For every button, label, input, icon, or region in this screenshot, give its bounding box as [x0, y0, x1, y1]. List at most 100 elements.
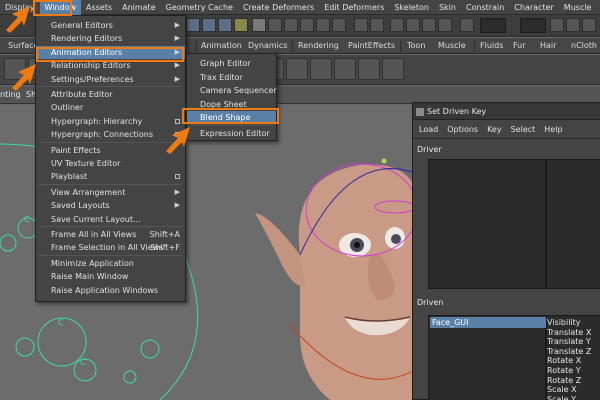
shelf-tab-dynamics[interactable]: Dynamics	[248, 38, 287, 54]
driven-attribute-item[interactable]: Rotate Z	[547, 376, 581, 386]
menu-separator	[39, 141, 182, 143]
window-menu-item-saved-layouts[interactable]: Saved Layouts ▶	[36, 199, 185, 212]
submenu-item-expression-editor[interactable]: Expression Editor	[187, 127, 276, 140]
menu-window[interactable]: Window	[39, 0, 82, 15]
question-icon[interactable]	[252, 18, 266, 32]
submenu-item-graph-editor[interactable]: Graph Editor	[187, 57, 276, 70]
window-menu: General Editors ▶ Rendering Editors ▶ Animat…	[35, 15, 186, 302]
shelf-tool-icon[interactable]	[286, 58, 308, 80]
driven-attribute-item[interactable]: Rotate X	[547, 356, 581, 366]
menu-geometry-cache[interactable]: Geometry Cache	[161, 0, 238, 15]
input-field[interactable]	[480, 18, 506, 33]
window-menu-item-animation-editors[interactable]: Animation Editors ▶	[36, 45, 185, 59]
tool-settings-icon[interactable]	[582, 18, 596, 32]
menu-item-label: UV Texture Editor	[51, 159, 121, 168]
sdk-menu-help[interactable]: Help	[544, 125, 562, 134]
render-icon[interactable]	[390, 18, 404, 32]
driver-object-list[interactable]	[428, 159, 546, 289]
shelf-tab-hair[interactable]: Hair	[540, 38, 556, 54]
sdk-menu-options[interactable]: Options	[447, 125, 478, 134]
select-component-icon[interactable]	[218, 18, 232, 32]
sdk-menu-select[interactable]: Select	[511, 125, 536, 134]
window-menu-item-attribute-editor[interactable]: Attribute Editor	[36, 88, 185, 101]
channel-box-icon[interactable]	[460, 18, 474, 32]
driven-attribute-item[interactable]: Translate Y	[547, 337, 591, 347]
attribute-editor-icon[interactable]	[566, 18, 580, 32]
driven-object-item[interactable]: Face_GUI	[430, 317, 546, 328]
select-hierarchy-icon[interactable]	[186, 18, 200, 32]
submenu-item-blend-shape[interactable]: Blend Shape	[187, 111, 276, 125]
window-menu-item-rendering-editors[interactable]: Rendering Editors ▶	[36, 32, 185, 45]
shelf-tab-fluids[interactable]: Fluids	[480, 38, 503, 54]
shelf-tab-rendering[interactable]: Rendering	[298, 38, 339, 54]
history-icon[interactable]	[354, 18, 368, 32]
sdk-menu-load[interactable]: Load	[419, 125, 438, 134]
snap-plane-icon[interactable]	[316, 18, 330, 32]
submenu-item-trax-editor[interactable]: Trax Editor	[187, 71, 276, 84]
shelf-tab-ncloth[interactable]: nCloth	[571, 38, 597, 54]
menu-animate[interactable]: Animate	[117, 0, 161, 15]
window-menu-item-raise-main-window[interactable]: Raise Main Window	[36, 270, 185, 283]
option-box-icon[interactable]	[175, 174, 180, 180]
shelf-tool-icon[interactable]	[334, 58, 356, 80]
driven-attribute-item[interactable]: Rotate Y	[547, 366, 581, 376]
shelf-tab-animation[interactable]: Animation	[201, 38, 242, 54]
shelf-tool-icon[interactable]	[358, 58, 380, 80]
menu-create-deformers[interactable]: Create Deformers	[238, 0, 319, 15]
select-object-icon[interactable]	[202, 18, 216, 32]
driver-attribute-list[interactable]	[546, 159, 600, 289]
shelf-tool-icon[interactable]	[310, 58, 332, 80]
window-menu-item-general-editors[interactable]: General Editors ▶	[36, 19, 185, 32]
window-menu-item-save-current-layout[interactable]: Save Current Layout...	[36, 213, 185, 226]
snap-point-icon[interactable]	[300, 18, 314, 32]
submenu-item-dope-sheet[interactable]: Dope Sheet	[187, 98, 276, 111]
window-menu-item-playblast[interactable]: Playblast	[36, 170, 185, 183]
live-surface-icon[interactable]	[332, 18, 346, 32]
window-menu-item-relationship-editors[interactable]: Relationship Editors ▶	[36, 59, 185, 72]
window-menu-item-uv-texture-editor[interactable]: UV Texture Editor	[36, 157, 185, 170]
option-box-icon[interactable]	[175, 118, 180, 124]
menu-help[interactable]: Help	[596, 0, 600, 15]
driven-attribute-item[interactable]: Scale X	[547, 385, 577, 395]
menu-edit-deformers[interactable]: Edit Deformers	[319, 0, 389, 15]
window-menu-item-minimize-application[interactable]: Minimize Application	[36, 257, 185, 270]
shelf-tool-icon[interactable]	[382, 58, 404, 80]
window-menu-item-raise-application-windows[interactable]: Raise Application Windows	[36, 284, 185, 297]
window-menu-item-frame-all-in-all-views[interactable]: Frame All in All Views Shift+A	[36, 228, 185, 241]
snap-curve-icon[interactable]	[284, 18, 298, 32]
menu-constrain[interactable]: Constrain	[461, 0, 509, 15]
snap-grid-icon[interactable]	[268, 18, 282, 32]
window-menu-item-view-arrangement[interactable]: View Arrangement ▶	[36, 186, 185, 199]
render-settings-icon[interactable]	[422, 18, 436, 32]
menu-character[interactable]: Character	[509, 0, 559, 15]
window-menu-item-frame-selection-in-all-views[interactable]: Frame Selection in All Views Shift+F	[36, 241, 185, 254]
submenu-item-camera-sequencer[interactable]: Camera Sequencer	[187, 84, 277, 97]
arrow-pointer-icon	[166, 127, 190, 154]
layout-icon[interactable]	[550, 18, 564, 32]
window-menu-item-outliner[interactable]: Outliner	[36, 101, 185, 114]
driven-attribute-item[interactable]: Translate Z	[547, 347, 591, 357]
sdk-menu-key[interactable]: Key	[487, 125, 502, 134]
mask-icon[interactable]	[234, 18, 248, 32]
driven-attribute-item[interactable]: Scale Y	[547, 395, 576, 400]
menu-muscle[interactable]: Muscle	[559, 0, 597, 15]
menu-skeleton[interactable]: Skeleton	[389, 0, 434, 15]
shelf-tab-painteffects[interactable]: PaintEffects	[348, 38, 395, 54]
shelf-tab-toon[interactable]: Toon	[407, 38, 425, 54]
driven-attribute-item[interactable]: Visibility	[547, 318, 581, 328]
menu-assets[interactable]: Assets	[81, 0, 117, 15]
shelf-tab-fur[interactable]: Fur	[513, 38, 526, 54]
hypershade-icon[interactable]	[438, 18, 452, 32]
set-driven-key-titlebar[interactable]: Set Driven Key	[413, 103, 600, 120]
menu-item-label: Animation Editors	[51, 47, 123, 57]
menu-item-label: Playblast	[51, 172, 88, 182]
ipr-render-icon[interactable]	[406, 18, 420, 32]
menu-item-label: Relationship Editors	[51, 61, 131, 71]
menu-skin[interactable]: Skin	[434, 0, 461, 15]
control-circle	[0, 234, 17, 252]
window-menu-item-settings-preferences[interactable]: Settings/Preferences ▶	[36, 73, 185, 86]
shelf-tab-muscle[interactable]: Muscle	[438, 38, 466, 54]
name-field[interactable]	[520, 18, 546, 33]
input-icon[interactable]	[370, 18, 384, 32]
driven-attribute-item[interactable]: Translate X	[547, 328, 591, 338]
